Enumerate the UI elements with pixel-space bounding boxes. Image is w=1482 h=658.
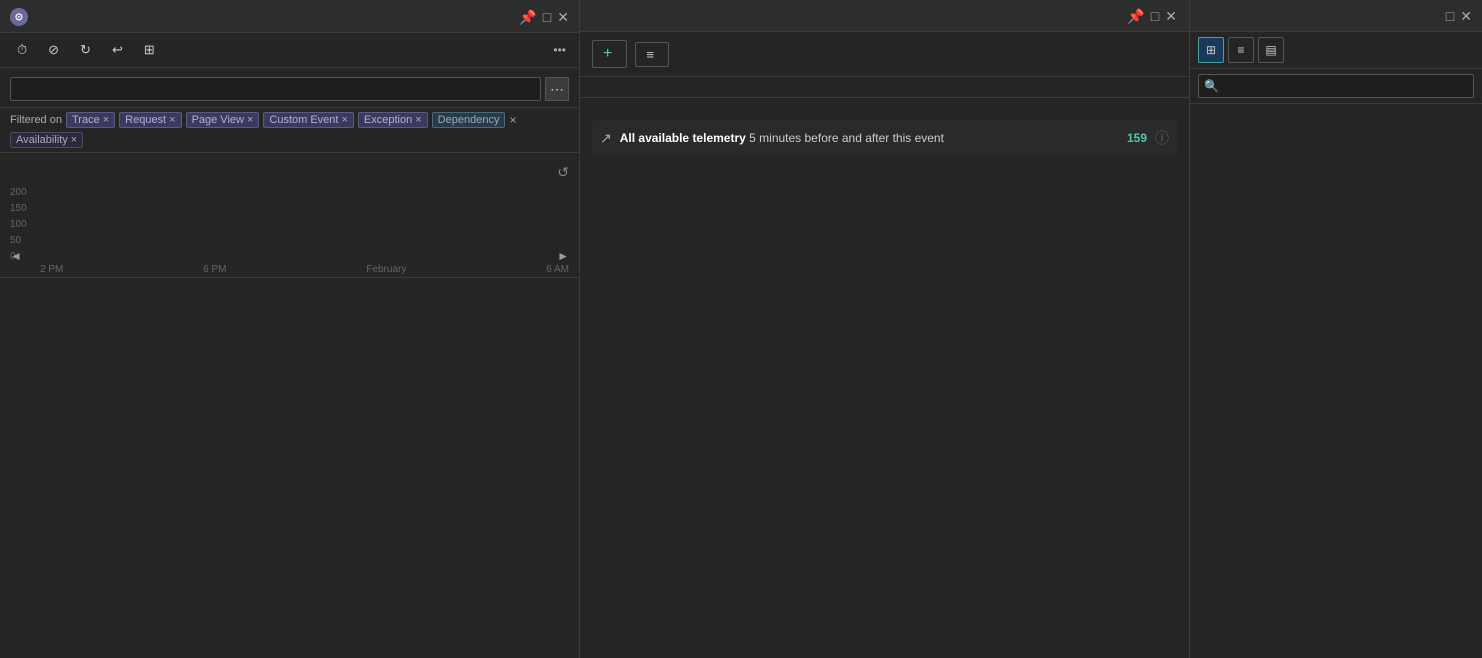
mid-maximize-icon[interactable]: □ bbox=[1151, 8, 1159, 25]
tag-dependency-close[interactable]: × bbox=[509, 113, 516, 127]
tag-dependency[interactable]: Dependency bbox=[432, 112, 506, 128]
filter-icon: ⊘ bbox=[48, 42, 59, 58]
app-icon: ⊙ bbox=[10, 8, 28, 26]
tag-page-view[interactable]: Page View × bbox=[186, 112, 260, 128]
clock-icon: ⏱ bbox=[17, 42, 27, 58]
related-arrow-icon: ↗ bbox=[600, 130, 612, 147]
x-label-6pm: 6 PM bbox=[203, 264, 226, 275]
filter-input-row: 🔍 bbox=[1190, 69, 1482, 104]
middle-panel: 📌 □ ✕ + ≡ ↗ All available telemetry 5 mi… bbox=[580, 0, 1190, 658]
tool-grid-button[interactable]: ⊞ bbox=[1198, 37, 1224, 63]
analytics-button[interactable]: ⊞ bbox=[137, 39, 165, 61]
new-work-item-button[interactable]: + bbox=[592, 40, 627, 68]
filtered-on-label: Filtered on bbox=[10, 114, 62, 126]
y-label-200: 200 bbox=[10, 187, 27, 198]
right-header: □ ✕ bbox=[1190, 0, 1482, 32]
left-panel-header: ⊙ 📌 □ ✕ bbox=[0, 0, 579, 33]
time-range-button[interactable]: ⏱ bbox=[10, 39, 37, 61]
list-icon: ≡ bbox=[646, 47, 654, 62]
tag-request[interactable]: Request × bbox=[119, 112, 181, 128]
chart-x-labels: 2 PM 6 PM February 6 AM bbox=[10, 262, 569, 275]
mid-pin-icon[interactable]: 📌 bbox=[1127, 8, 1144, 25]
right-toolbar: ⊞ ≡ ▤ bbox=[1190, 32, 1482, 69]
y-label-0: 0 bbox=[10, 251, 27, 262]
filter-input[interactable] bbox=[1198, 74, 1474, 98]
tag-trace[interactable]: Trace × bbox=[66, 112, 115, 128]
search-area: ⋯ bbox=[0, 68, 579, 108]
mid-toolbar: + ≡ bbox=[580, 32, 1189, 77]
search-input[interactable] bbox=[10, 77, 541, 101]
reset-time-icon[interactable]: ↺ bbox=[557, 164, 569, 181]
plus-icon: + bbox=[603, 45, 612, 63]
related-item-row[interactable]: ↗ All available telemetry 5 minutes befo… bbox=[592, 120, 1177, 156]
right-props-list bbox=[1190, 104, 1482, 658]
related-text: All available telemetry 5 minutes before… bbox=[620, 131, 1119, 145]
right-maximize-icon[interactable]: □ bbox=[1446, 8, 1454, 25]
tool-list-button[interactable]: ≡ bbox=[1228, 37, 1254, 63]
view-work-items-button[interactable]: ≡ bbox=[635, 42, 669, 67]
filter-tags: Filtered on Trace × Request × Page View … bbox=[0, 108, 579, 153]
more-button[interactable]: ••• bbox=[553, 43, 569, 57]
tool-table-button[interactable]: ▤ bbox=[1258, 37, 1284, 63]
right-panel: □ ✕ ⊞ ≡ ▤ 🔍 bbox=[1190, 0, 1482, 658]
x-label-feb: February bbox=[366, 264, 406, 275]
grid-icon: ⊞ bbox=[144, 42, 155, 58]
y-label-150: 150 bbox=[10, 203, 27, 214]
stats-row bbox=[0, 277, 579, 286]
pin-icon[interactable]: 📌 bbox=[519, 9, 536, 26]
chart-y-labels: 200 150 100 50 0 bbox=[10, 187, 27, 262]
y-label-50: 50 bbox=[10, 235, 27, 246]
tag-exception[interactable]: Exception × bbox=[358, 112, 428, 128]
mid-window-controls: 📌 □ ✕ bbox=[1127, 8, 1177, 25]
reset-icon: ↩ bbox=[112, 42, 123, 58]
more-icon: ••• bbox=[553, 43, 566, 57]
mid-close-icon[interactable]: ✕ bbox=[1165, 8, 1177, 25]
close-icon[interactable]: ✕ bbox=[557, 9, 569, 26]
right-window-controls: □ ✕ bbox=[1446, 8, 1472, 25]
mid-header: 📌 □ ✕ bbox=[580, 0, 1189, 32]
tag-availability[interactable]: Availability × bbox=[10, 132, 83, 148]
x-label-2pm: 2 PM bbox=[40, 264, 63, 275]
x-label-6am: 6 AM bbox=[546, 264, 569, 275]
events-list bbox=[0, 286, 579, 658]
refresh-button[interactable]: ↻ bbox=[73, 39, 101, 61]
chart-area: 200 150 100 50 0 2 PM 6 PM February 6 AM… bbox=[0, 187, 579, 277]
refresh-icon: ↻ bbox=[80, 42, 91, 58]
related-info-icon: ⓘ bbox=[1155, 128, 1169, 148]
maximize-icon[interactable]: □ bbox=[543, 9, 551, 26]
filters-button[interactable]: ⊘ bbox=[41, 39, 69, 61]
reset-button[interactable]: ↩ bbox=[105, 39, 133, 61]
left-panel-title: ⊙ bbox=[10, 8, 34, 26]
y-label-100: 100 bbox=[10, 219, 27, 230]
left-toolbar: ⏱ ⊘ ↻ ↩ ⊞ ••• bbox=[0, 33, 579, 68]
related-items-section: ↗ All available telemetry 5 minutes befo… bbox=[580, 98, 1189, 168]
left-panel: ⊙ 📌 □ ✕ ⏱ ⊘ ↻ ↩ ⊞ bbox=[0, 0, 580, 658]
filter-search-icon: 🔍 bbox=[1204, 79, 1219, 93]
related-count: 159 bbox=[1127, 131, 1147, 145]
search-options-button[interactable]: ⋯ bbox=[545, 77, 569, 101]
left-window-controls: 📌 □ ✕ bbox=[519, 9, 569, 26]
chart-bars bbox=[40, 187, 569, 262]
trace-props-title bbox=[580, 77, 1189, 98]
results-summary: ↺ bbox=[0, 153, 579, 187]
tag-custom-event[interactable]: Custom Event × bbox=[263, 112, 354, 128]
right-close-icon[interactable]: ✕ bbox=[1460, 8, 1472, 25]
